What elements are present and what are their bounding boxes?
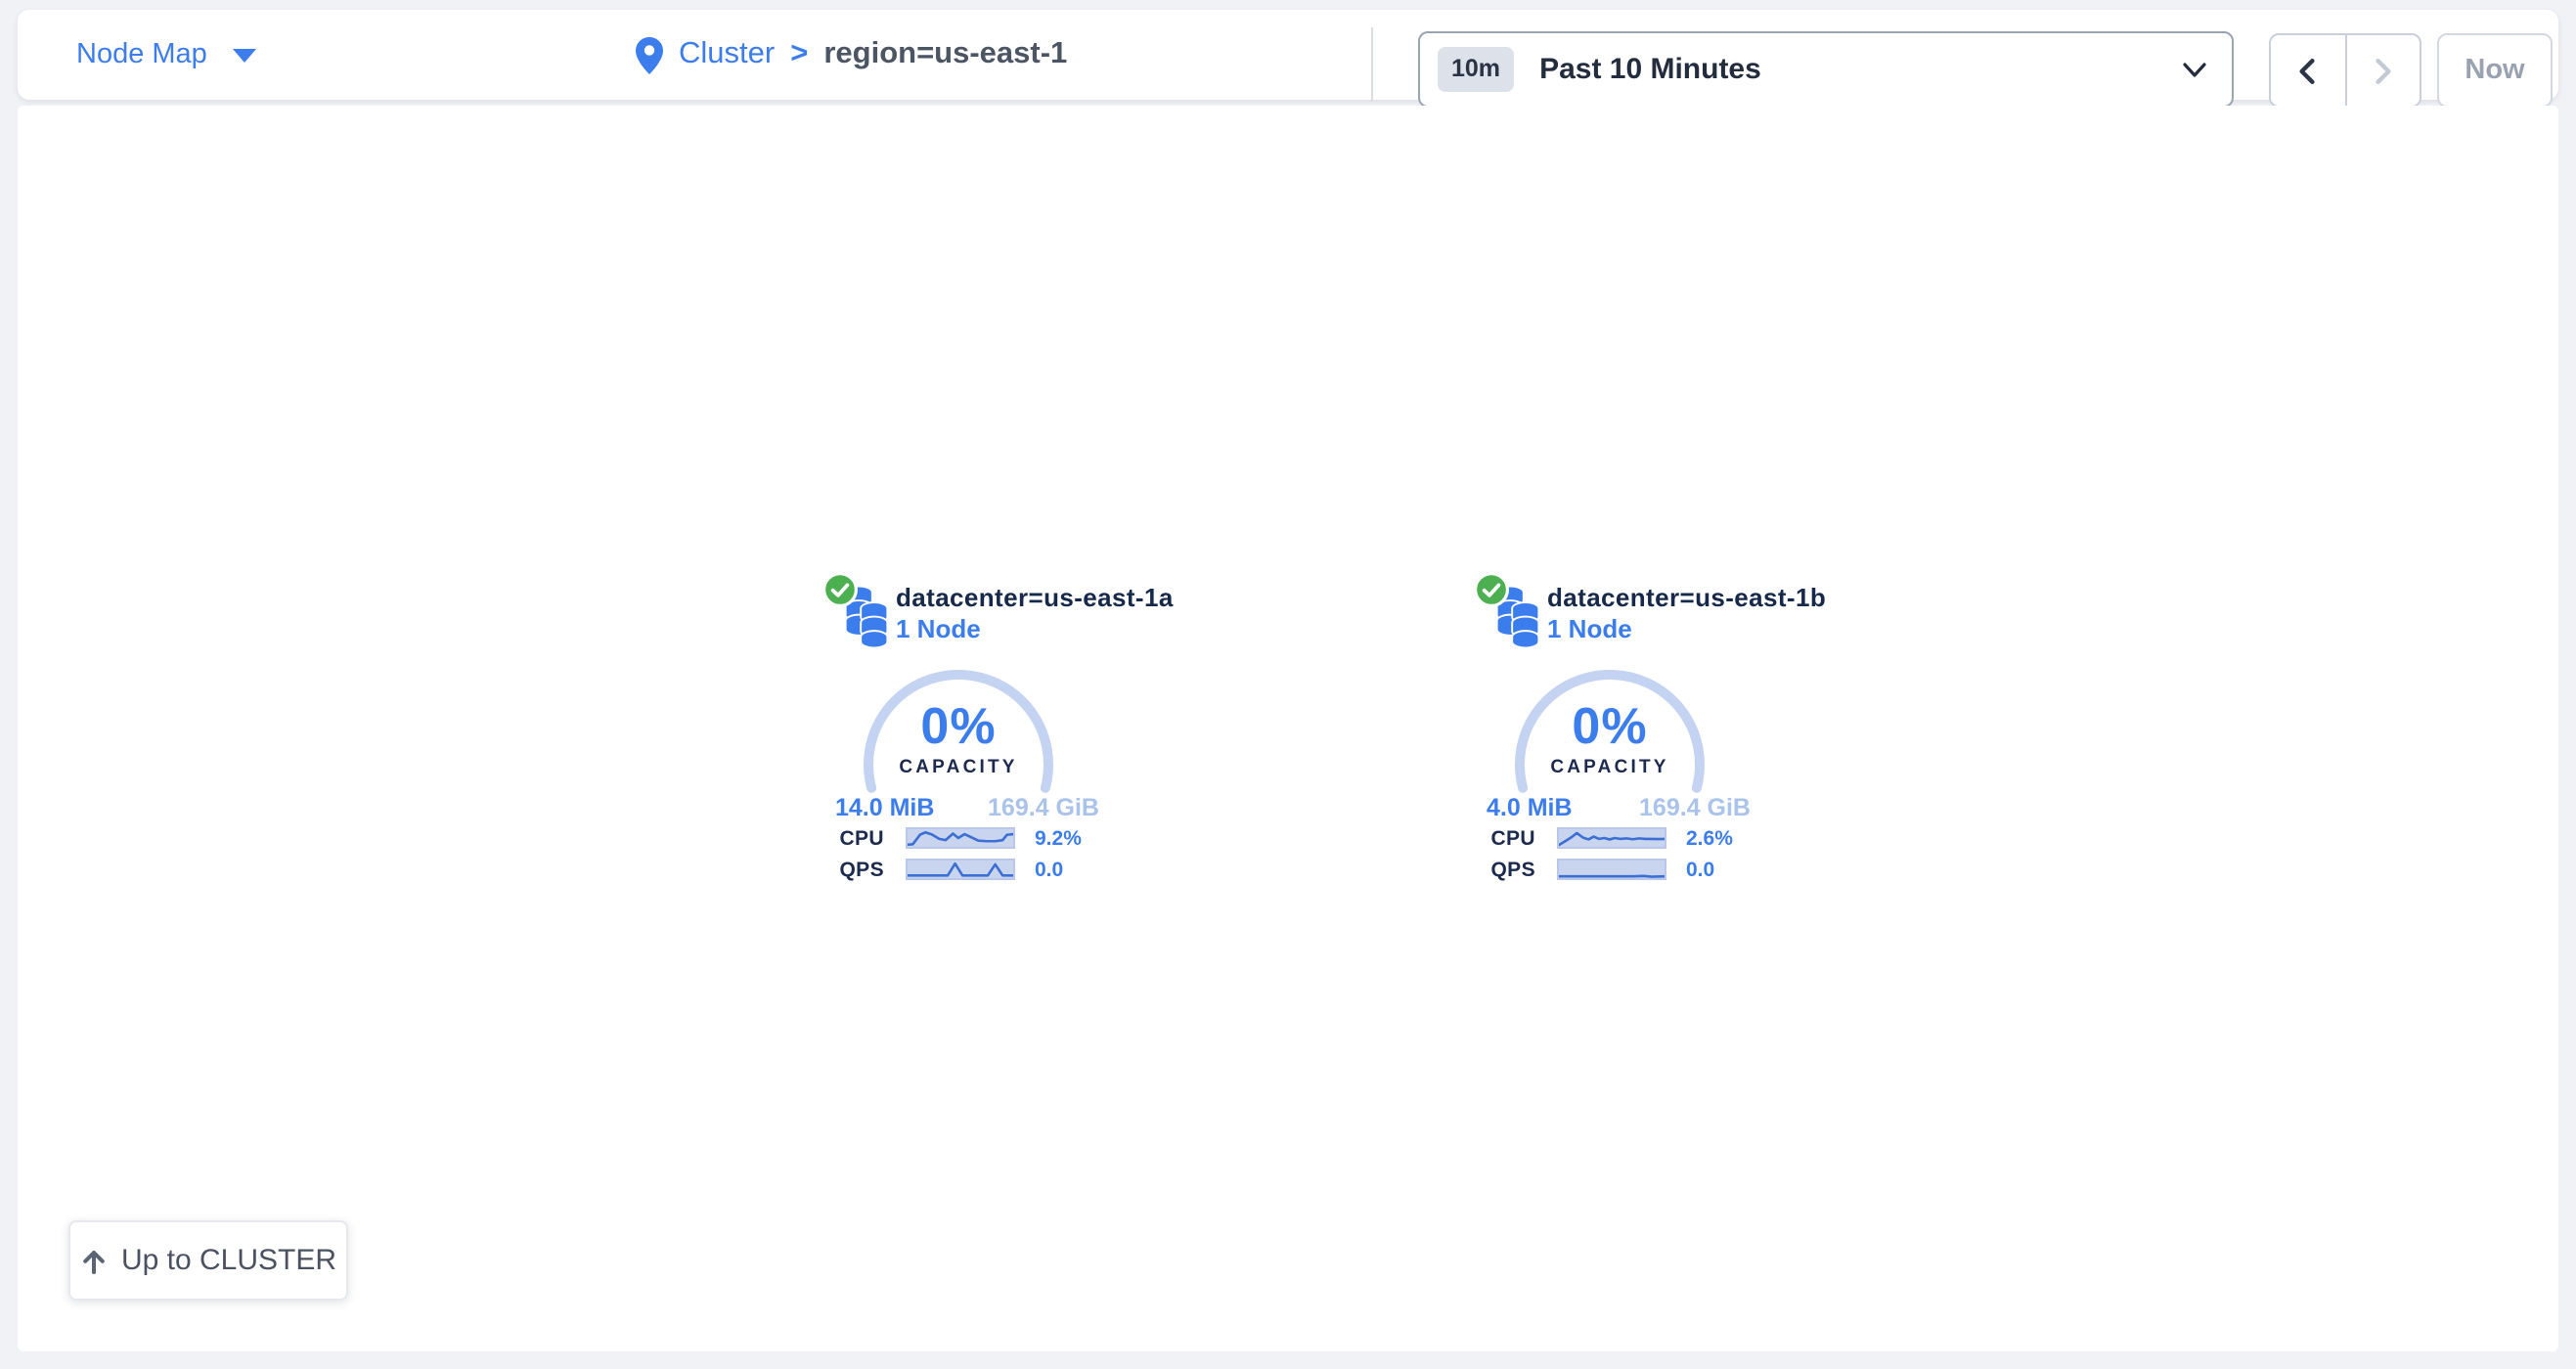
view-mode-dropdown[interactable]: Node Map xyxy=(76,10,256,100)
capacity-percent: 0% xyxy=(857,696,1060,757)
map-canvas xyxy=(18,106,2558,1351)
capacity-used: 14.0 MiB xyxy=(835,794,934,821)
capacity-usage-row: 14.0 MiB 169.4 GiB xyxy=(835,794,1099,821)
cpu-value: 2.6% xyxy=(1686,826,1733,850)
qps-value: 0.0 xyxy=(1686,858,1714,881)
cpu-label: CPU xyxy=(1473,826,1535,850)
cpu-metric-row: CPU 2.6% xyxy=(1473,827,1786,849)
now-button[interactable]: Now xyxy=(2437,33,2553,108)
top-bar: Node Map Cluster > region=us-east-1 10m … xyxy=(18,10,2558,100)
breadcrumb-separator: > xyxy=(790,37,808,72)
cpu-label: CPU xyxy=(822,826,884,850)
capacity-usage-row: 4.0 MiB 169.4 GiB xyxy=(1487,794,1751,821)
locality-node-count: 1 Node xyxy=(1547,614,1632,643)
locality-name: datacenter=us-east-1b xyxy=(1547,583,1826,612)
time-prev-button[interactable] xyxy=(2271,35,2344,106)
chevron-right-icon xyxy=(2375,56,2392,85)
time-window-label: Past 10 Minutes xyxy=(1539,53,2183,86)
cpu-value: 9.2% xyxy=(1035,826,1082,850)
locality-node-count: 1 Node xyxy=(896,614,981,643)
qps-label: QPS xyxy=(1473,858,1535,881)
qps-metric-row: QPS 0.0 xyxy=(1473,859,1786,880)
status-healthy-icon xyxy=(822,571,859,608)
chevron-left-icon xyxy=(2299,56,2317,85)
up-to-cluster-button[interactable]: Up to CLUSTER xyxy=(68,1220,348,1301)
locality-card-us-east-1a[interactable]: datacenter=us-east-1a 1 Node 0% CAPACITY… xyxy=(822,571,1134,894)
capacity-label: CAPACITY xyxy=(1508,757,1711,778)
status-healthy-icon xyxy=(1473,571,1510,608)
location-pin-icon xyxy=(636,36,663,73)
breadcrumb-current: region=us-east-1 xyxy=(823,37,1067,72)
breadcrumb-cluster-link[interactable]: Cluster xyxy=(679,37,775,72)
qps-sparkline xyxy=(906,859,1015,880)
qps-sparkline xyxy=(1557,859,1666,880)
qps-value: 0.0 xyxy=(1035,858,1063,881)
time-window-badge: 10m xyxy=(1438,48,1514,92)
qps-label: QPS xyxy=(822,858,884,881)
time-next-button[interactable] xyxy=(2344,35,2420,106)
cpu-sparkline xyxy=(1557,827,1666,849)
cpu-sparkline xyxy=(906,827,1015,849)
capacity-total: 169.4 GiB xyxy=(988,794,1099,821)
up-to-cluster-label: Up to CLUSTER xyxy=(121,1244,336,1277)
capacity-label: CAPACITY xyxy=(857,757,1060,778)
time-nav-group xyxy=(2269,33,2421,108)
capacity-percent: 0% xyxy=(1508,696,1711,757)
arrow-up-icon xyxy=(80,1247,108,1274)
breadcrumb: Cluster > region=us-east-1 xyxy=(636,10,1067,100)
locality-name: datacenter=us-east-1a xyxy=(896,583,1174,612)
caret-down-icon xyxy=(233,48,256,62)
chevron-down-icon xyxy=(2183,62,2206,77)
qps-metric-row: QPS 0.0 xyxy=(822,859,1134,880)
node-map-page: Node Map Cluster > region=us-east-1 10m … xyxy=(0,0,2576,1369)
time-window-dropdown[interactable]: 10m Past 10 Minutes xyxy=(1418,31,2234,108)
header-divider xyxy=(1371,27,1373,102)
capacity-total: 169.4 GiB xyxy=(1639,794,1751,821)
cpu-metric-row: CPU 9.2% xyxy=(822,827,1134,849)
capacity-used: 4.0 MiB xyxy=(1487,794,1573,821)
locality-card-us-east-1b[interactable]: datacenter=us-east-1b 1 Node 0% CAPACITY… xyxy=(1473,571,1786,894)
view-mode-label: Node Map xyxy=(76,39,207,70)
